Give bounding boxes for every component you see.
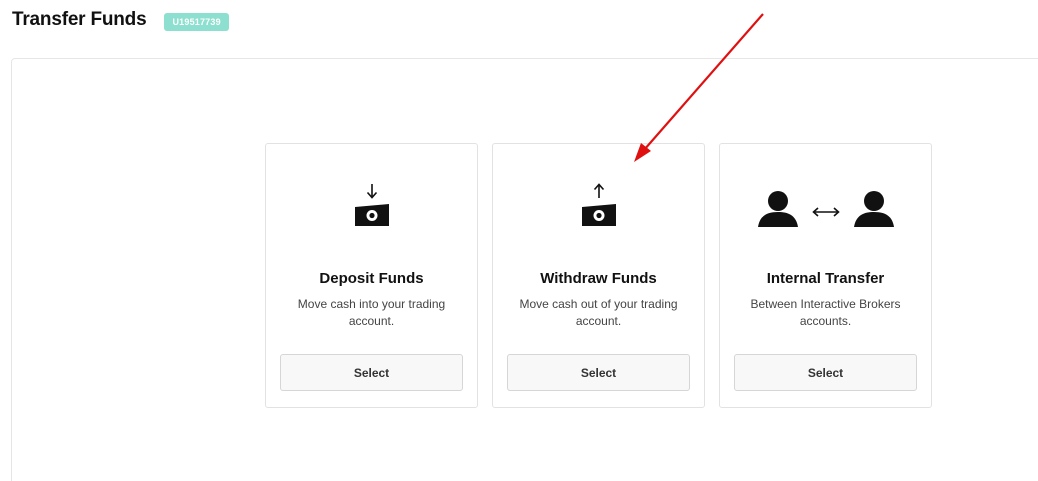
page-header: Transfer Funds U19517739 [12, 7, 229, 33]
deposit-funds-card: Deposit Funds Move cash into your tradin… [265, 143, 478, 408]
account-id-badge: U19517739 [164, 12, 229, 31]
withdraw-funds-card: Withdraw Funds Move cash out of your tra… [492, 143, 705, 408]
internal-transfer-select-button[interactable]: Select [734, 354, 917, 391]
deposit-select-button[interactable]: Select [280, 354, 463, 391]
card-description: Between Interactive Brokers accounts. [750, 297, 901, 328]
users-transfer-icon [720, 180, 931, 232]
withdraw-cash-icon [493, 180, 704, 232]
internal-transfer-card: Internal Transfer Between Interactive Br… [719, 143, 932, 408]
card-description: Move cash into your trading account. [297, 297, 446, 328]
page-title: Transfer Funds [12, 9, 147, 30]
card-description: Move cash out of your trading account. [519, 297, 678, 328]
card-title: Deposit Funds [319, 270, 424, 287]
deposit-cash-icon [266, 180, 477, 232]
transfer-funds-page: Transfer Funds U19517739 Deposit Funds M… [0, 0, 1038, 481]
withdraw-select-button[interactable]: Select [507, 354, 690, 391]
card-title: Internal Transfer [766, 270, 885, 287]
card-title: Withdraw Funds [540, 270, 657, 287]
